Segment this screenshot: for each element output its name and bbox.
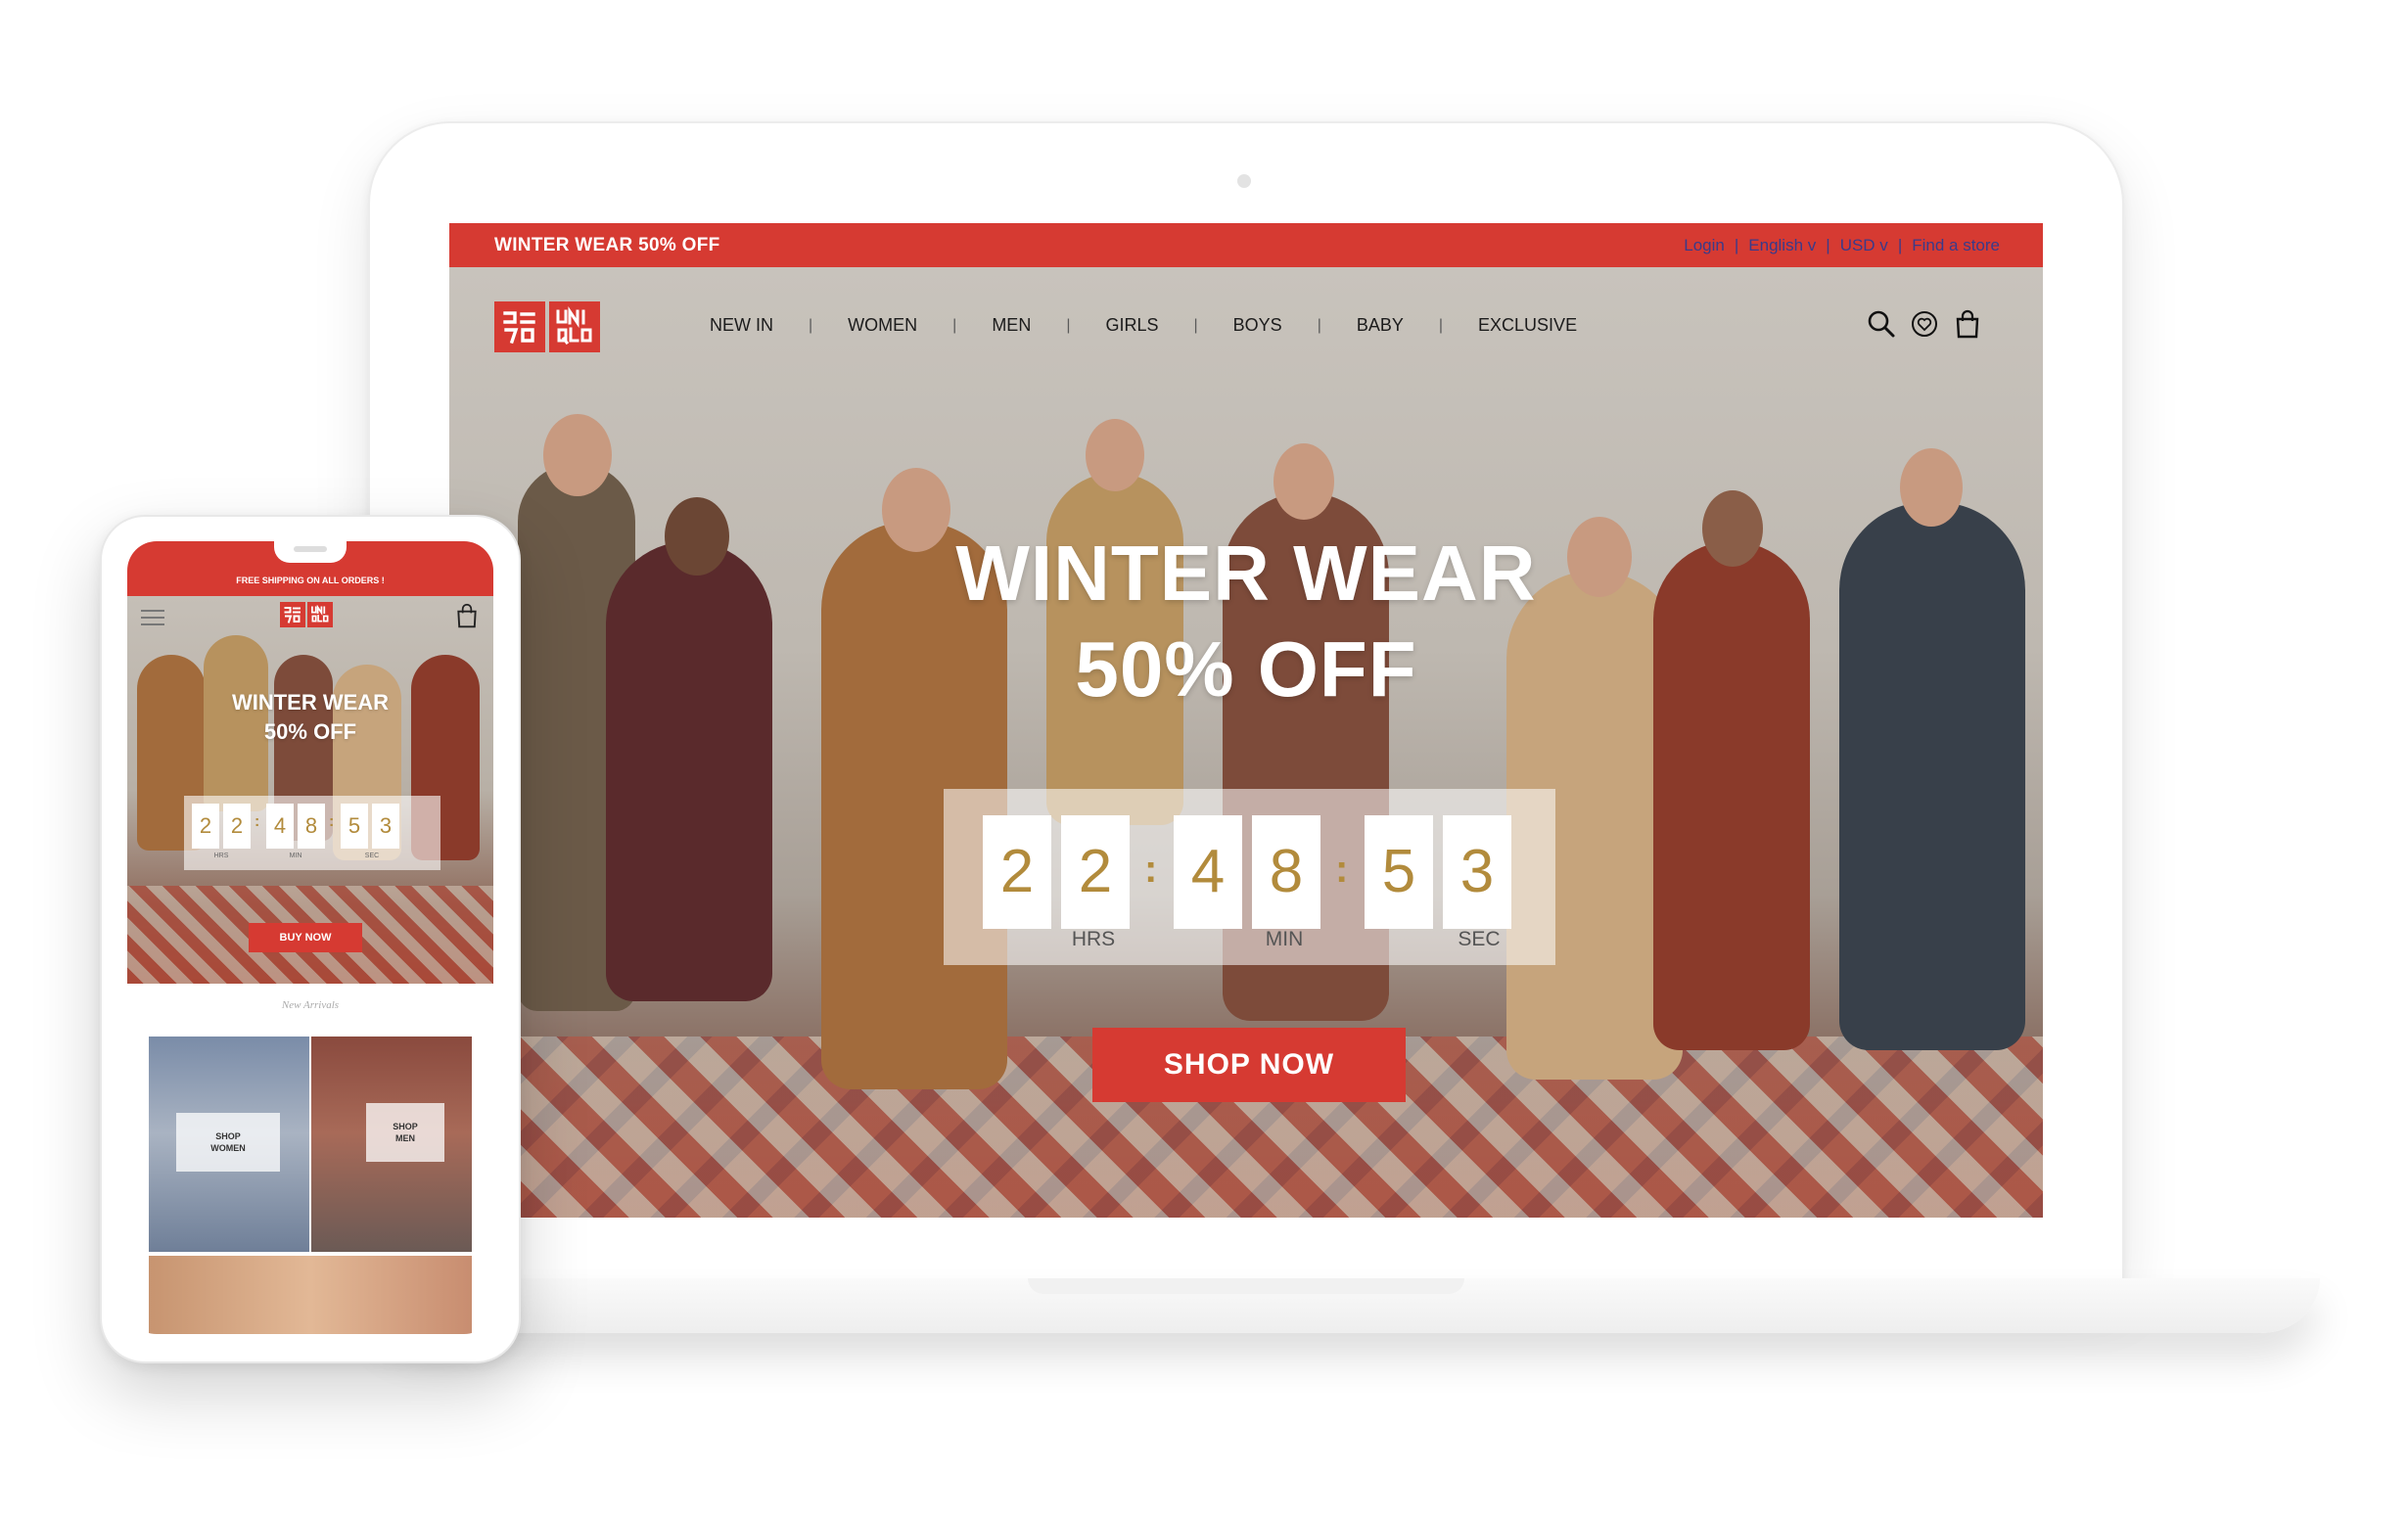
nav-item-women[interactable]: WOMEN xyxy=(838,315,927,336)
mobile-brand-logo[interactable] xyxy=(280,602,333,627)
mobile-hero-title-line2: 50% OFF xyxy=(263,719,357,744)
nav-separator: | xyxy=(952,316,957,334)
hero-person-head xyxy=(543,414,612,496)
nav-separator: | xyxy=(1317,316,1321,334)
shop-women-label-line2: WOMEN xyxy=(210,1143,246,1153)
nav-separator: | xyxy=(1438,316,1444,334)
nav-separator: | xyxy=(809,316,813,334)
countdown-unit-minutes: MIN xyxy=(1265,928,1304,950)
desktop-screen: WINTER WEAR 50% OFF Login | English v | … xyxy=(449,223,2043,1218)
nav-item-baby[interactable]: BABY xyxy=(1347,315,1413,336)
shop-men-label-line2: MEN xyxy=(395,1133,415,1143)
laptop-base-notch xyxy=(1028,1278,1464,1294)
countdown-digit: 8 xyxy=(1252,815,1320,929)
countdown-digit: 2 xyxy=(983,815,1051,929)
phone-notch xyxy=(274,541,347,563)
countdown-digit: 3 xyxy=(372,804,399,849)
logo-katakana xyxy=(494,301,545,352)
shop-women-label: SHOP WOMEN xyxy=(176,1113,280,1172)
countdown-digit: 2 xyxy=(1061,815,1130,929)
countdown-digit: 2 xyxy=(192,804,219,849)
countdown-separator: : xyxy=(255,813,260,830)
bag-icon[interactable] xyxy=(1953,309,1982,339)
shop-women-tile[interactable]: SHOP WOMEN xyxy=(149,1037,309,1252)
shop-men-label: SHOP MEN xyxy=(366,1103,444,1162)
nav-separator: | xyxy=(1066,316,1071,334)
countdown-unit-hours: HRS xyxy=(1071,928,1116,950)
logo-katakana-glyph xyxy=(503,311,535,345)
main-nav: NEW IN | WOMEN | MEN | GIRLS | BOYS | BA… xyxy=(700,315,1587,336)
hero-title-line2: 50% OFF xyxy=(1075,625,1417,713)
nav-item-boys[interactable]: BOYS xyxy=(1224,315,1292,336)
hero-title-line1: WINTER WEAR xyxy=(955,530,1537,617)
language-selector[interactable]: English v xyxy=(1748,236,1816,255)
countdown-digit: 5 xyxy=(1365,815,1433,929)
nav-item-men[interactable]: MEN xyxy=(982,315,1041,336)
nav-item-exclusive[interactable]: EXCLUSIVE xyxy=(1468,315,1587,336)
header-icons xyxy=(1867,309,1982,339)
logo-katakana xyxy=(280,602,305,627)
countdown-digit: 4 xyxy=(1174,815,1242,929)
promo-text: WINTER WEAR 50% OFF xyxy=(494,234,720,255)
link-separator: | xyxy=(1897,235,1903,254)
countdown-digit: 5 xyxy=(341,804,368,849)
countdown-separator: : xyxy=(329,813,335,830)
laptop-camera xyxy=(1237,174,1251,188)
hero-person-head xyxy=(1900,448,1963,527)
search-icon[interactable] xyxy=(1867,309,1896,339)
mobile-hero-title-line1: WINTER WEAR xyxy=(231,690,390,714)
countdown-unit-hours: HRS xyxy=(213,853,229,859)
link-separator: | xyxy=(1826,235,1830,254)
shop-men-tile[interactable]: SHOP MEN xyxy=(311,1037,472,1252)
brand-logo[interactable] xyxy=(494,301,600,352)
mobile-bag-icon[interactable] xyxy=(454,602,480,629)
shop-men-label-line1: SHOP xyxy=(393,1122,418,1131)
logo-katakana-glyph xyxy=(284,607,301,623)
countdown-unit-seconds: SEC xyxy=(1458,928,1501,950)
shop-kids-tile[interactable] xyxy=(149,1256,472,1334)
logo-latin-glyph xyxy=(556,306,592,346)
countdown-digit: 2 xyxy=(223,804,251,849)
nav-item-girls[interactable]: GIRLS xyxy=(1095,315,1168,336)
promo-bar: WINTER WEAR 50% OFF Login | English v | … xyxy=(449,223,2043,267)
hero-person-head xyxy=(1086,419,1144,491)
countdown-digit: 8 xyxy=(298,804,325,849)
countdown-separator: : xyxy=(1144,848,1158,891)
shop-now-button[interactable]: SHOP NOW xyxy=(1092,1028,1406,1102)
heart-icon[interactable] xyxy=(1910,309,1939,339)
hero-person-head xyxy=(1273,443,1334,520)
logo-latin xyxy=(549,301,600,352)
new-arrivals-heading: New Arrivals xyxy=(281,999,340,1011)
find-store-link[interactable]: Find a store xyxy=(1912,236,2000,255)
phone-speaker xyxy=(294,546,327,552)
shop-women-label-line1: SHOP xyxy=(215,1131,241,1141)
countdown-unit-seconds: SEC xyxy=(364,853,380,859)
hamburger-menu-icon[interactable] xyxy=(141,610,164,630)
utility-links: Login | English v | USD v | Find a store xyxy=(1684,236,2000,255)
countdown-digit: 4 xyxy=(266,804,294,849)
nav-separator: | xyxy=(1193,316,1198,334)
link-separator: | xyxy=(1734,235,1739,254)
currency-selector[interactable]: USD v xyxy=(1840,236,1888,255)
buy-now-button[interactable]: BUY NOW xyxy=(249,923,362,952)
nav-item-new-in[interactable]: NEW IN xyxy=(700,315,783,336)
countdown-digit: 3 xyxy=(1443,815,1511,929)
login-link[interactable]: Login xyxy=(1684,236,1725,255)
logo-latin xyxy=(307,602,333,627)
countdown-unit-minutes: MIN xyxy=(289,853,302,859)
mobile-screen: FREE SHIPPING ON ALL ORDERS ! WINTER WEA… xyxy=(127,541,493,1334)
countdown-separator: : xyxy=(1335,848,1349,891)
logo-latin-glyph xyxy=(311,605,329,622)
